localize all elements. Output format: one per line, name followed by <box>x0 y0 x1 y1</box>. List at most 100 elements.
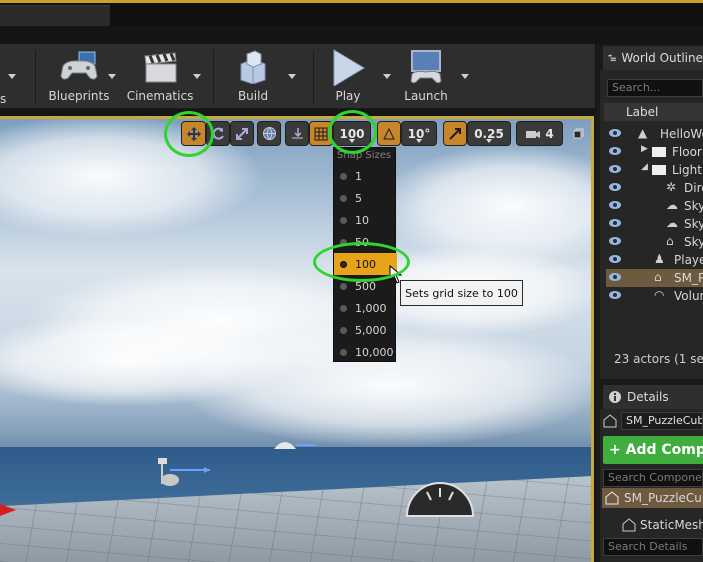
snap-size-option[interactable]: 5 <box>334 187 397 209</box>
grid-size-tooltip: Sets grid size to 100 <box>400 280 523 306</box>
launch-monitor-icon <box>404 48 448 86</box>
visibility-eye-icon[interactable] <box>609 273 621 281</box>
component-child-label: StaticMesh( <box>640 518 703 532</box>
snap-size-option[interactable]: 10 <box>334 209 397 231</box>
build-button[interactable]: Build <box>230 48 276 106</box>
level-icon: ▲ <box>638 126 648 140</box>
visibility-eye-icon[interactable] <box>609 183 621 191</box>
viewport-focus-border <box>0 116 593 119</box>
unreal-editor: s Blueprints Cinematics Build Play Launc… <box>0 0 703 562</box>
component-child-row[interactable]: StaticMesh( <box>602 515 703 535</box>
outliner-label-column-header[interactable]: Label <box>604 103 703 121</box>
snap-size-option[interactable]: 5,000 <box>334 319 397 341</box>
outliner-row[interactable]: ◢ Light <box>606 161 703 179</box>
static-mesh-component-icon <box>622 518 636 532</box>
chevron-down-icon[interactable] <box>8 74 16 79</box>
outliner-search-input[interactable]: Search... <box>607 79 703 97</box>
chevron-down-icon[interactable] <box>288 74 296 79</box>
outliner-status: 23 actors (1 sele <box>614 352 703 366</box>
radio-icon <box>340 326 347 334</box>
static-mesh-icon: ⌂ <box>654 270 662 284</box>
details-title: Details <box>627 390 669 404</box>
surface-snapping-icon <box>291 128 303 139</box>
search-details-input[interactable]: Search Details <box>603 538 703 556</box>
camera-speed-button[interactable]: 4 <box>516 121 563 146</box>
snap-size-option[interactable]: 10,000 <box>334 341 397 363</box>
blueprints-button[interactable]: Blueprints <box>48 48 110 106</box>
volume-icon: ◠ <box>654 288 665 302</box>
outliner-row[interactable]: ◠Volum <box>606 287 703 305</box>
blueprints-label: Blueprints <box>48 89 110 103</box>
add-component-button[interactable]: + Add Compon <box>603 436 703 464</box>
details-tab[interactable]: Details <box>603 385 703 409</box>
scale-snap-value-dropdown[interactable]: 0.25 <box>467 121 511 146</box>
scale-snap-icon <box>449 127 461 140</box>
visibility-eye-icon[interactable] <box>609 219 621 227</box>
collapse-arrow-icon[interactable]: ◢ <box>641 162 648 172</box>
world-space-button[interactable] <box>257 121 281 146</box>
build-label: Build <box>237 89 269 103</box>
play-triangle-icon <box>326 48 370 86</box>
folder-icon <box>652 147 666 157</box>
radio-icon <box>340 282 347 290</box>
sky-light-icon[interactable] <box>270 433 320 455</box>
main-toolbar: s Blueprints Cinematics Build Play Launc… <box>0 44 595 109</box>
visibility-eye-icon[interactable] <box>609 201 621 209</box>
visibility-eye-icon[interactable] <box>609 129 621 137</box>
snap-size-option[interactable]: 1,000 <box>334 297 397 319</box>
surface-snap-button[interactable] <box>285 121 309 146</box>
play-label: Play <box>335 89 361 103</box>
cinematics-button[interactable]: Cinematics <box>126 48 194 106</box>
launch-button[interactable]: Launch <box>400 48 452 106</box>
rotation-snap-value-dropdown[interactable]: 10° <box>401 121 437 146</box>
level-viewport[interactable] <box>0 116 593 562</box>
outliner-row[interactable]: ♟ Playe <box>606 251 703 269</box>
level-tab[interactable] <box>0 5 110 26</box>
visibility-eye-icon[interactable] <box>609 255 621 263</box>
scale-snap-toggle[interactable] <box>443 121 467 146</box>
atmospheric-fog-icon[interactable] <box>403 478 477 518</box>
snap-size-label: 1,000 <box>355 301 387 315</box>
outliner-row[interactable]: ⌂ Sky <box>606 233 703 251</box>
globe-icon <box>262 127 276 141</box>
rotation-snap-toggle[interactable] <box>377 121 401 146</box>
cinematics-label: Cinematics <box>126 89 194 103</box>
directional-light-icon: ✲ <box>666 180 677 194</box>
outliner-row-selected[interactable]: ⌂ SM_P <box>606 269 703 287</box>
expand-arrow-icon[interactable]: ▶ <box>641 144 648 154</box>
player-start-icon[interactable] <box>150 454 215 490</box>
outliner-row[interactable]: ☁ Sky <box>606 215 703 233</box>
snap-size-label: 5 <box>355 191 362 205</box>
visibility-eye-icon[interactable] <box>609 147 621 155</box>
chevron-down-icon[interactable] <box>193 74 201 79</box>
play-button[interactable]: Play <box>325 48 371 106</box>
search-components-input[interactable]: Search Componen <box>603 469 703 487</box>
static-mesh-icon <box>605 491 619 505</box>
build-blocks-icon <box>231 48 275 86</box>
actor-name-field[interactable]: SM_PuzzleCub <box>621 412 703 430</box>
title-bar <box>0 0 703 26</box>
chevron-down-icon[interactable] <box>108 74 116 79</box>
radio-icon <box>340 304 347 312</box>
scale-mode-button[interactable] <box>230 121 254 146</box>
toolbar-separator <box>35 50 36 104</box>
chevron-down-icon[interactable] <box>461 74 469 79</box>
visibility-eye-icon[interactable] <box>609 291 621 299</box>
world-outliner-tab[interactable]: World Outline <box>603 46 703 70</box>
outliner-row[interactable]: ▶ Floor <box>606 143 703 161</box>
chevron-down-icon[interactable] <box>383 74 391 79</box>
toolbar-partial-label[interactable]: s <box>0 92 6 106</box>
snap-size-option[interactable]: 1 <box>334 165 397 187</box>
visibility-eye-icon[interactable] <box>609 165 621 173</box>
outliner-row[interactable]: ✲Dire <box>606 179 703 197</box>
transform-gizmo-arrow[interactable] <box>0 496 20 526</box>
viewport-focus-border <box>591 116 594 562</box>
grid-icon <box>314 127 328 140</box>
visibility-eye-icon[interactable] <box>609 237 621 245</box>
snap-size-label: 1 <box>355 169 362 183</box>
outliner-row[interactable]: ☁ Sky <box>606 197 703 215</box>
maximize-viewport-button[interactable] <box>570 121 587 146</box>
angle-icon <box>383 127 395 139</box>
maximize-icon <box>573 128 584 139</box>
outliner-row[interactable]: ▲HelloWo <box>606 125 703 143</box>
